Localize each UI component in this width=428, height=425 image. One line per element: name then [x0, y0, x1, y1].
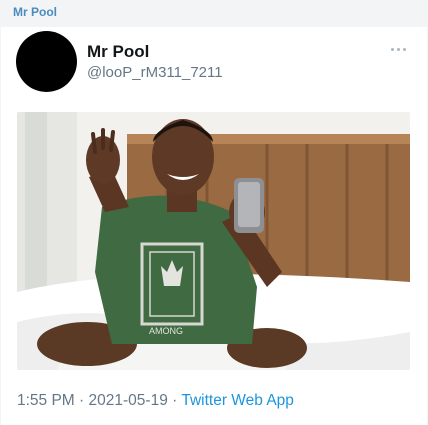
- tweet-meta: 1:55 PM · 2021-05-19 · Twitter Web App: [17, 392, 294, 410]
- tweet-date[interactable]: 2021-05-19: [89, 392, 168, 409]
- separator: ·: [79, 392, 85, 409]
- tweet-source-link[interactable]: Twitter Web App: [181, 392, 294, 409]
- tweet-photo[interactable]: AMONG: [17, 112, 410, 370]
- tweet-time[interactable]: 1:55 PM: [17, 392, 75, 409]
- shirt-text: AMONG: [149, 326, 183, 336]
- avatar[interactable]: [16, 31, 77, 92]
- account-name[interactable]: Mr Pool: [13, 5, 57, 19]
- more-dots-icon[interactable]: [391, 44, 411, 54]
- user-handle[interactable]: @looP_rM311_7211: [87, 64, 223, 81]
- display-name[interactable]: Mr Pool: [87, 42, 149, 62]
- separator: ·: [172, 392, 178, 409]
